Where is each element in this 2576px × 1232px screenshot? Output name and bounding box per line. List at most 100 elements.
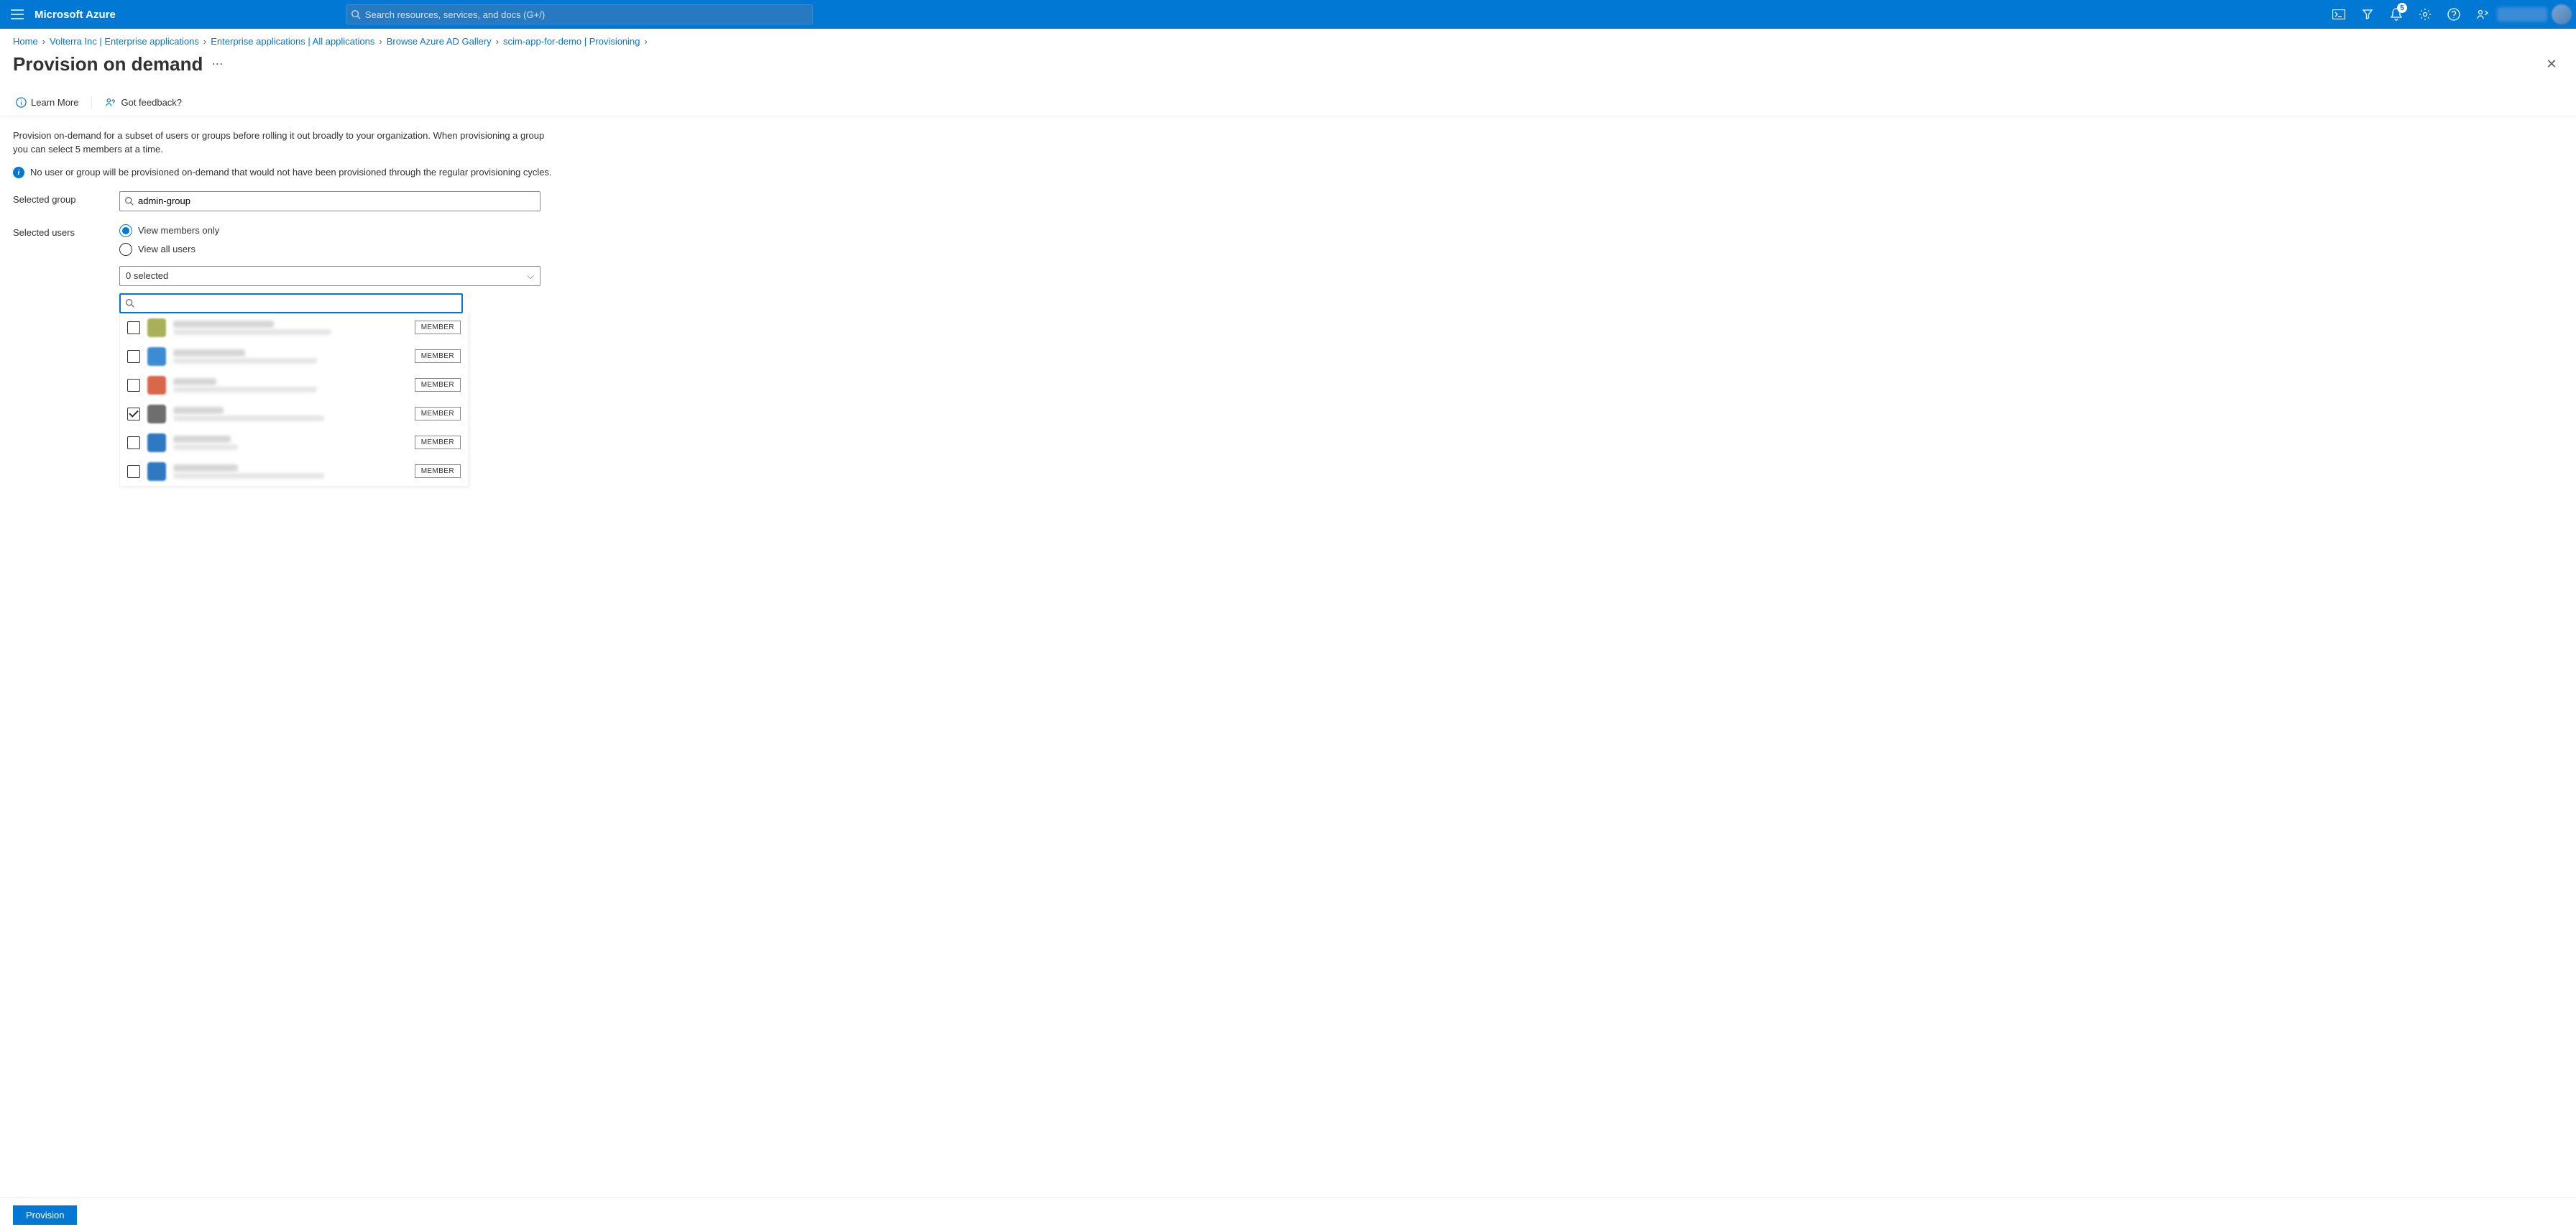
selected-group-input-wrapper[interactable] (119, 191, 540, 211)
user-scope-radio-group: View members only View all users (119, 224, 540, 256)
member-row[interactable]: MEMBER (120, 400, 468, 428)
chevron-right-icon: › (42, 36, 45, 47)
account-name-redacted (2497, 7, 2547, 22)
member-checkbox[interactable] (127, 436, 140, 449)
top-icon-bar: 5 (2324, 0, 2497, 29)
content-area: Provision on-demand for a subset of user… (0, 116, 2576, 551)
page-header: Provision on demand ⋯ ✕ (0, 50, 2576, 83)
brand-label[interactable]: Microsoft Azure (34, 9, 130, 21)
provision-button[interactable]: Provision (13, 1205, 77, 1225)
member-row[interactable]: MEMBER (120, 342, 468, 371)
directory-filter-icon[interactable] (2353, 0, 2382, 29)
learn-more-label: Learn More (31, 97, 78, 108)
breadcrumb-link[interactable]: Enterprise applications | All applicatio… (211, 36, 374, 47)
cloud-shell-icon[interactable] (2324, 0, 2353, 29)
member-checkbox[interactable] (127, 465, 140, 478)
member-avatar (147, 462, 166, 481)
learn-more-link[interactable]: Learn More (16, 97, 78, 108)
feedback-icon[interactable] (2468, 0, 2497, 29)
intro-text: Provision on-demand for a subset of user… (13, 129, 545, 157)
member-name-redacted (173, 464, 238, 472)
member-name-redacted (173, 436, 231, 443)
radio-label: View members only (138, 225, 219, 236)
notifications-icon[interactable]: 5 (2382, 0, 2411, 29)
member-detail-redacted (173, 415, 324, 421)
member-checkbox[interactable] (127, 321, 140, 334)
member-name-redacted (173, 407, 224, 414)
member-checkbox[interactable] (127, 408, 140, 420)
member-detail-redacted (173, 444, 238, 450)
breadcrumb-link[interactable]: Browse Azure AD Gallery (387, 36, 492, 47)
member-detail-redacted (173, 473, 324, 479)
member-role-badge: MEMBER (415, 378, 461, 392)
info-banner: i No user or group will be provisioned o… (13, 167, 2563, 178)
member-row[interactable]: MEMBER (120, 313, 468, 342)
member-name-redacted (173, 378, 216, 385)
selected-group-label: Selected group (13, 191, 119, 211)
chevron-right-icon: › (203, 36, 206, 47)
member-role-badge: MEMBER (415, 321, 461, 334)
help-icon[interactable] (2439, 0, 2468, 29)
member-filter-input[interactable] (139, 298, 457, 308)
member-avatar (147, 318, 166, 337)
member-role-badge: MEMBER (415, 464, 461, 478)
member-avatar (147, 405, 166, 423)
breadcrumb-link[interactable]: scim-app-for-demo | Provisioning (503, 36, 640, 47)
member-avatar (147, 376, 166, 395)
got-feedback-label: Got feedback? (121, 97, 182, 108)
member-role-badge: MEMBER (415, 436, 461, 449)
hamburger-menu[interactable] (0, 0, 34, 29)
member-row[interactable]: MEMBER (120, 457, 468, 486)
search-icon (351, 9, 361, 19)
search-icon (125, 298, 134, 308)
member-name-redacted (173, 321, 274, 328)
account-menu[interactable] (2497, 0, 2576, 29)
global-search[interactable] (346, 4, 813, 24)
member-text (173, 464, 408, 479)
chevron-right-icon: › (496, 36, 499, 47)
feedback-person-icon (105, 97, 116, 108)
selected-users-dropdown[interactable]: 0 selected ⌵ (119, 266, 540, 286)
more-actions-icon[interactable]: ⋯ (211, 57, 223, 71)
close-blade-button[interactable]: ✕ (2540, 52, 2563, 75)
member-row[interactable]: MEMBER (120, 428, 468, 457)
top-bar: Microsoft Azure 5 (0, 0, 2576, 29)
member-avatar (147, 433, 166, 452)
radio-view-members-only[interactable]: View members only (119, 224, 540, 237)
member-text (173, 407, 408, 421)
divider (91, 96, 92, 109)
info-icon: i (13, 167, 24, 178)
member-text (173, 321, 408, 335)
settings-icon[interactable] (2411, 0, 2439, 29)
member-detail-redacted (173, 329, 331, 335)
member-detail-redacted (173, 387, 317, 392)
member-role-badge: MEMBER (415, 407, 461, 420)
breadcrumb: Home › Volterra Inc | Enterprise applicat… (0, 29, 2576, 50)
radio-view-all-users[interactable]: View all users (119, 243, 540, 256)
info-text: No user or group will be provisioned on-… (30, 167, 552, 178)
member-checkbox[interactable] (127, 379, 140, 392)
member-checkbox[interactable] (127, 350, 140, 363)
breadcrumb-link[interactable]: Volterra Inc | Enterprise applications (50, 36, 199, 47)
member-text (173, 378, 408, 392)
dropdown-value: 0 selected (126, 270, 168, 281)
member-filter-input-wrapper[interactable] (119, 293, 463, 313)
member-text (173, 349, 408, 364)
chevron-right-icon: › (379, 36, 382, 47)
radio-icon (119, 224, 132, 237)
global-search-input[interactable] (365, 9, 808, 20)
info-icon (16, 97, 27, 108)
search-icon (124, 196, 134, 206)
breadcrumb-link[interactable]: Home (13, 36, 38, 47)
selected-group-input[interactable] (138, 196, 535, 206)
page-title: Provision on demand (13, 53, 203, 75)
command-bar: Learn More Got feedback? (0, 83, 2576, 116)
avatar (2552, 4, 2572, 24)
member-detail-redacted (173, 358, 317, 364)
footer-bar: Provision (0, 1197, 2576, 1232)
member-role-badge: MEMBER (415, 349, 461, 363)
got-feedback-link[interactable]: Got feedback? (105, 97, 182, 108)
member-text (173, 436, 408, 450)
member-row[interactable]: MEMBER (120, 371, 468, 400)
member-avatar (147, 347, 166, 366)
